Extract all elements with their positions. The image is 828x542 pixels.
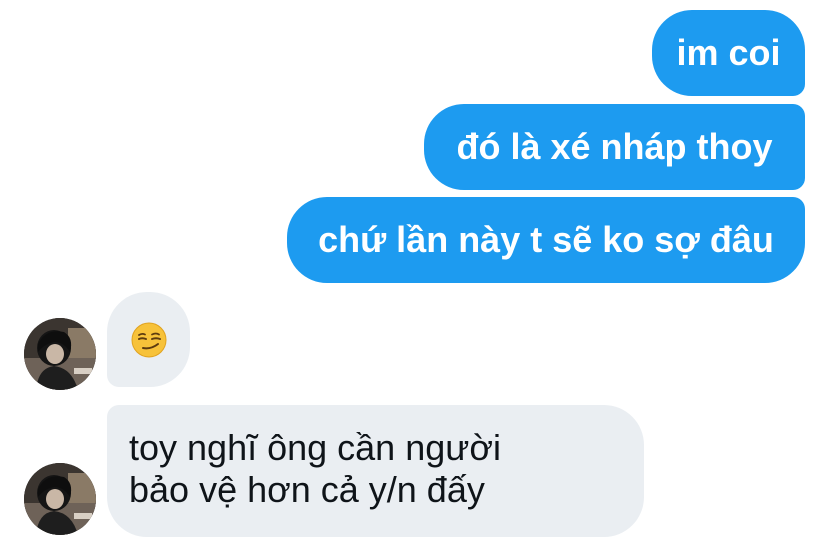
sent-message-bubble[interactable]: im coi bbox=[652, 10, 805, 96]
received-message-line: bảo vệ hơn cả y/n đấy bbox=[129, 469, 485, 510]
sent-message-text: im coi bbox=[676, 32, 781, 73]
sent-message-bubble[interactable]: chứ lần này t sẽ ko sợ đâu bbox=[287, 197, 805, 283]
sent-message-text: chứ lần này t sẽ ko sợ đâu bbox=[318, 219, 774, 260]
avatar-photo-icon bbox=[24, 318, 96, 390]
contact-avatar[interactable] bbox=[24, 463, 96, 535]
received-message-bubble[interactable]: toy nghĩ ông cần người bảo vệ hơn cả y/n… bbox=[107, 405, 644, 537]
smirking-face-emoji-icon bbox=[131, 322, 166, 357]
sent-message-text: đó là xé nháp thoy bbox=[456, 126, 773, 167]
contact-avatar[interactable] bbox=[24, 318, 96, 390]
sent-message-bubble[interactable]: đó là xé nháp thoy bbox=[424, 104, 805, 190]
avatar-photo-icon bbox=[24, 463, 96, 535]
received-message-line: toy nghĩ ông cần người bbox=[129, 427, 501, 468]
received-emoji-bubble[interactable] bbox=[107, 292, 190, 387]
